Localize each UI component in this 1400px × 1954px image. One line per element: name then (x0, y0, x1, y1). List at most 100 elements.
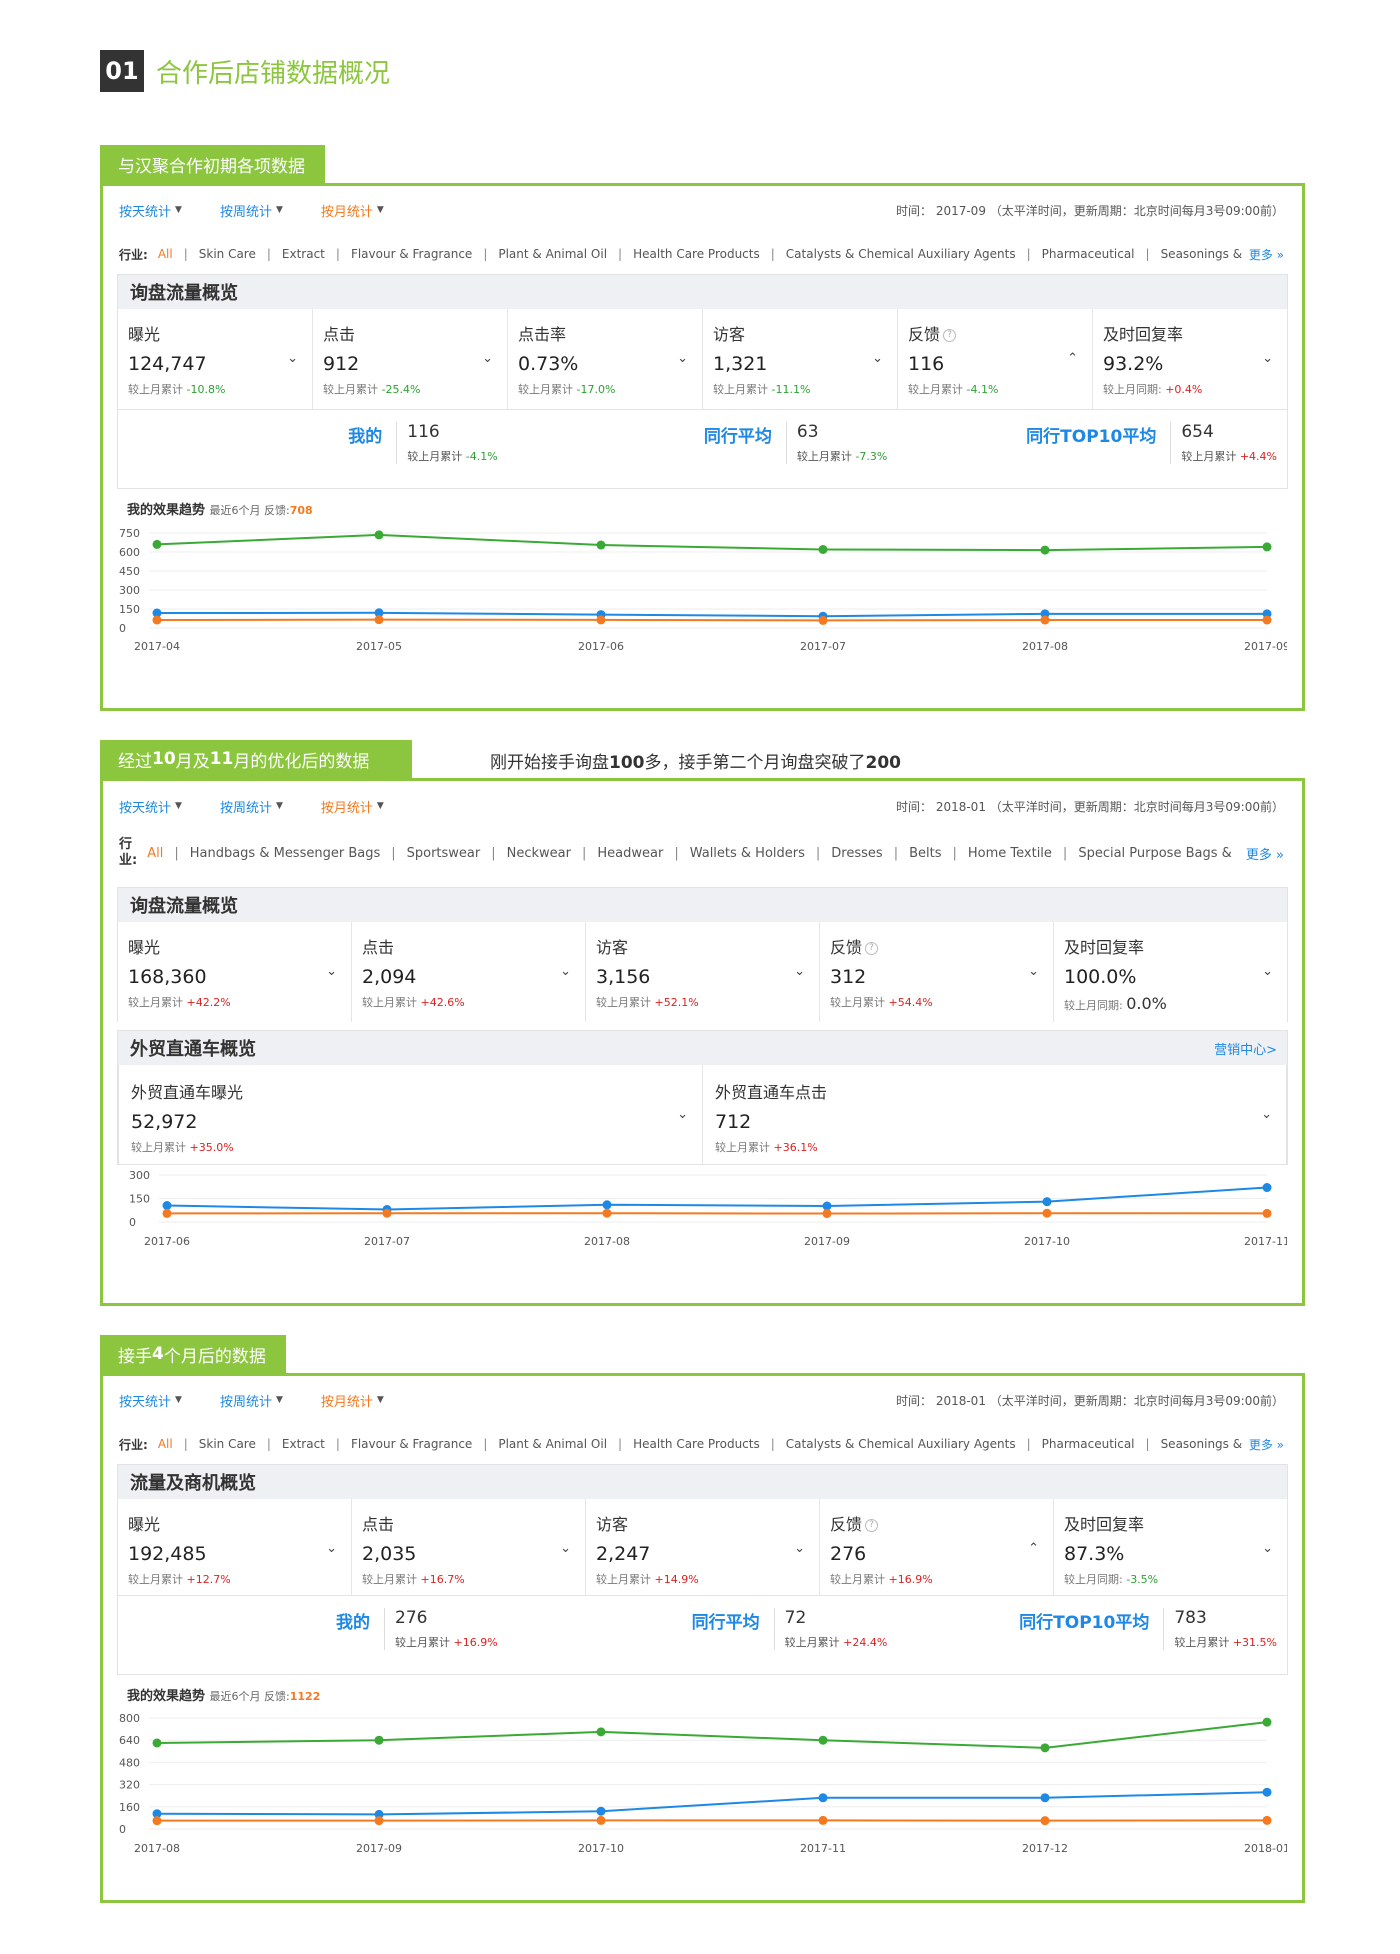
industry-item[interactable]: Catalysts & Chemical Auxiliary Agents (786, 247, 1016, 261)
tab-by-week[interactable]: 按周统计 ▼ (220, 797, 283, 816)
industry-item[interactable]: Headwear (597, 846, 663, 861)
industry-item[interactable]: Catalysts & Chemical Auxiliary Agents (786, 1437, 1016, 1451)
data-point[interactable] (374, 1735, 384, 1745)
chevron-down-icon[interactable]: ⌄ (794, 964, 805, 979)
data-point[interactable] (602, 1200, 612, 1210)
chevron-down-icon[interactable]: ⌄ (287, 351, 298, 366)
help-icon[interactable]: ? (865, 1519, 879, 1532)
p4p-metric-card[interactable]: 外贸直通车曝光 52,972 较上月累计 +35.0% ⌄ (119, 1065, 703, 1164)
industry-item[interactable]: Skin Care (199, 1437, 256, 1451)
metric-card[interactable]: 访客 2,247 较上月累计 +14.9% ⌄ (586, 1499, 820, 1595)
tab-by-month[interactable]: 按月统计 ▼ (321, 797, 384, 816)
chevron-down-icon[interactable]: ⌄ (560, 964, 571, 979)
metric-card[interactable]: 点击率 0.73% 较上月累计 -17.0% ⌄ (508, 309, 703, 409)
tab-by-week[interactable]: 按周统计 ▼ (220, 201, 283, 220)
metric-card[interactable]: 反馈? 276 较上月累计 +16.9% ⌃ (820, 1499, 1054, 1595)
industry-item[interactable]: Sportswear (407, 846, 481, 861)
industry-item[interactable]: Neckwear (507, 846, 571, 861)
metric-card[interactable]: 及时回复率 100.0% 较上月同期: 0.0% ⌄ (1054, 922, 1287, 1022)
metric-card[interactable]: 点击 2,094 较上月累计 +42.6% ⌄ (352, 922, 586, 1022)
industry-item[interactable]: Pharmaceutical (1042, 247, 1135, 261)
industry-item[interactable]: Home Textile (968, 846, 1052, 861)
data-point[interactable] (818, 1793, 828, 1803)
chevron-down-icon[interactable]: ⌄ (1262, 964, 1273, 979)
metric-card[interactable]: 曝光 168,360 较上月累计 +42.2% ⌄ (118, 922, 352, 1022)
data-point[interactable] (1040, 1816, 1050, 1826)
industry-item[interactable]: Wallets & Holders (690, 846, 805, 861)
metric-card[interactable]: 及时回复率 93.2% 较上月同期: +0.4% ⌄ (1093, 309, 1287, 409)
industry-item[interactable]: Extract (282, 1437, 325, 1451)
chevron-down-icon[interactable]: ⌄ (677, 1107, 688, 1122)
industry-item[interactable]: All (147, 846, 163, 861)
tab-by-day[interactable]: 按天统计 ▼ (119, 1391, 182, 1410)
data-point[interactable] (1040, 1743, 1050, 1753)
data-point[interactable] (818, 544, 828, 554)
data-point[interactable] (374, 1816, 384, 1826)
data-point[interactable] (822, 1209, 832, 1219)
chevron-down-icon[interactable]: ⌄ (1261, 1107, 1272, 1122)
chevron-up-icon[interactable]: ⌃ (1067, 351, 1078, 366)
data-point[interactable] (1262, 615, 1272, 625)
data-point[interactable] (162, 1201, 172, 1211)
data-point[interactable] (152, 1738, 162, 1748)
metric-card[interactable]: 反馈? 312 较上月累计 +54.4% ⌄ (820, 922, 1054, 1022)
data-point[interactable] (1040, 615, 1050, 625)
tab-by-week[interactable]: 按周统计 ▼ (220, 1391, 283, 1410)
chevron-down-icon[interactable]: ⌄ (794, 1541, 805, 1556)
data-point[interactable] (596, 615, 606, 625)
chevron-up-icon[interactable]: ⌃ (1028, 1541, 1039, 1556)
more-link[interactable]: 更多 » (1249, 246, 1284, 263)
tab-by-day[interactable]: 按天统计 ▼ (119, 201, 182, 220)
chevron-down-icon[interactable]: ⌄ (482, 351, 493, 366)
data-point[interactable] (1262, 1815, 1272, 1825)
industry-item[interactable]: Special Purpose Bags & (1078, 846, 1231, 861)
data-point[interactable] (152, 1816, 162, 1826)
more-link[interactable]: 更多 » (1249, 1436, 1284, 1453)
data-point[interactable] (1262, 1183, 1272, 1193)
data-point[interactable] (1042, 1197, 1052, 1207)
chevron-down-icon[interactable]: ⌄ (326, 1541, 337, 1556)
tab-by-month[interactable]: 按月统计 ▼ (321, 201, 384, 220)
data-point[interactable] (1262, 1208, 1272, 1218)
metric-card[interactable]: 反馈? 116 较上月累计 -4.1% ⌃ (898, 309, 1093, 409)
data-point[interactable] (818, 1735, 828, 1745)
chevron-down-icon[interactable]: ⌄ (1262, 1541, 1273, 1556)
industry-item[interactable]: Plant & Animal Oil (498, 1437, 607, 1451)
data-point[interactable] (374, 615, 384, 625)
data-point[interactable] (1262, 542, 1272, 552)
data-point[interactable] (382, 1208, 392, 1218)
chevron-down-icon[interactable]: ⌄ (872, 351, 883, 366)
metric-card[interactable]: 曝光 192,485 较上月累计 +12.7% ⌄ (118, 1499, 352, 1595)
industry-item[interactable]: Health Care Products (633, 1437, 760, 1451)
metric-card[interactable]: 访客 3,156 较上月累计 +52.1% ⌄ (586, 922, 820, 1022)
industry-item[interactable]: Pharmaceutical (1042, 1437, 1135, 1451)
industry-item[interactable]: Belts (909, 846, 941, 861)
industry-item[interactable]: Plant & Animal Oil (498, 247, 607, 261)
metric-card[interactable]: 及时回复率 87.3% 较上月同期: -3.5% ⌄ (1054, 1499, 1287, 1595)
chevron-down-icon[interactable]: ⌄ (1028, 964, 1039, 979)
industry-item[interactable]: All (158, 1437, 173, 1451)
data-point[interactable] (1040, 545, 1050, 555)
data-point[interactable] (152, 539, 162, 549)
tab-by-month[interactable]: 按月统计 ▼ (321, 1391, 384, 1410)
chevron-down-icon[interactable]: ⌄ (677, 351, 688, 366)
chevron-down-icon[interactable]: ⌄ (326, 964, 337, 979)
help-icon[interactable]: ? (865, 942, 879, 955)
data-point[interactable] (162, 1208, 172, 1218)
industry-item[interactable]: Flavour & Fragrance (351, 247, 472, 261)
metric-card[interactable]: 访客 1,321 较上月累计 -11.1% ⌄ (703, 309, 898, 409)
data-point[interactable] (374, 530, 384, 540)
industry-item[interactable]: All (158, 247, 173, 261)
p4p-metric-card[interactable]: 外贸直通车点击 712 较上月累计 +36.1% ⌄ (703, 1065, 1286, 1164)
marketing-center-link[interactable]: 营销中心> (1214, 1039, 1277, 1058)
help-icon[interactable]: ? (943, 329, 957, 342)
metric-card[interactable]: 点击 2,035 较上月累计 +16.7% ⌄ (352, 1499, 586, 1595)
industry-item[interactable]: Extract (282, 247, 325, 261)
data-point[interactable] (1262, 1717, 1272, 1727)
chevron-down-icon[interactable]: ⌄ (1262, 351, 1273, 366)
more-link[interactable]: 更多 » (1246, 844, 1284, 863)
data-point[interactable] (596, 1727, 606, 1737)
metric-card[interactable]: 曝光 124,747 较上月累计 -10.8% ⌄ (118, 309, 313, 409)
industry-item[interactable]: Handbags & Messenger Bags (190, 846, 381, 861)
data-point[interactable] (596, 1815, 606, 1825)
